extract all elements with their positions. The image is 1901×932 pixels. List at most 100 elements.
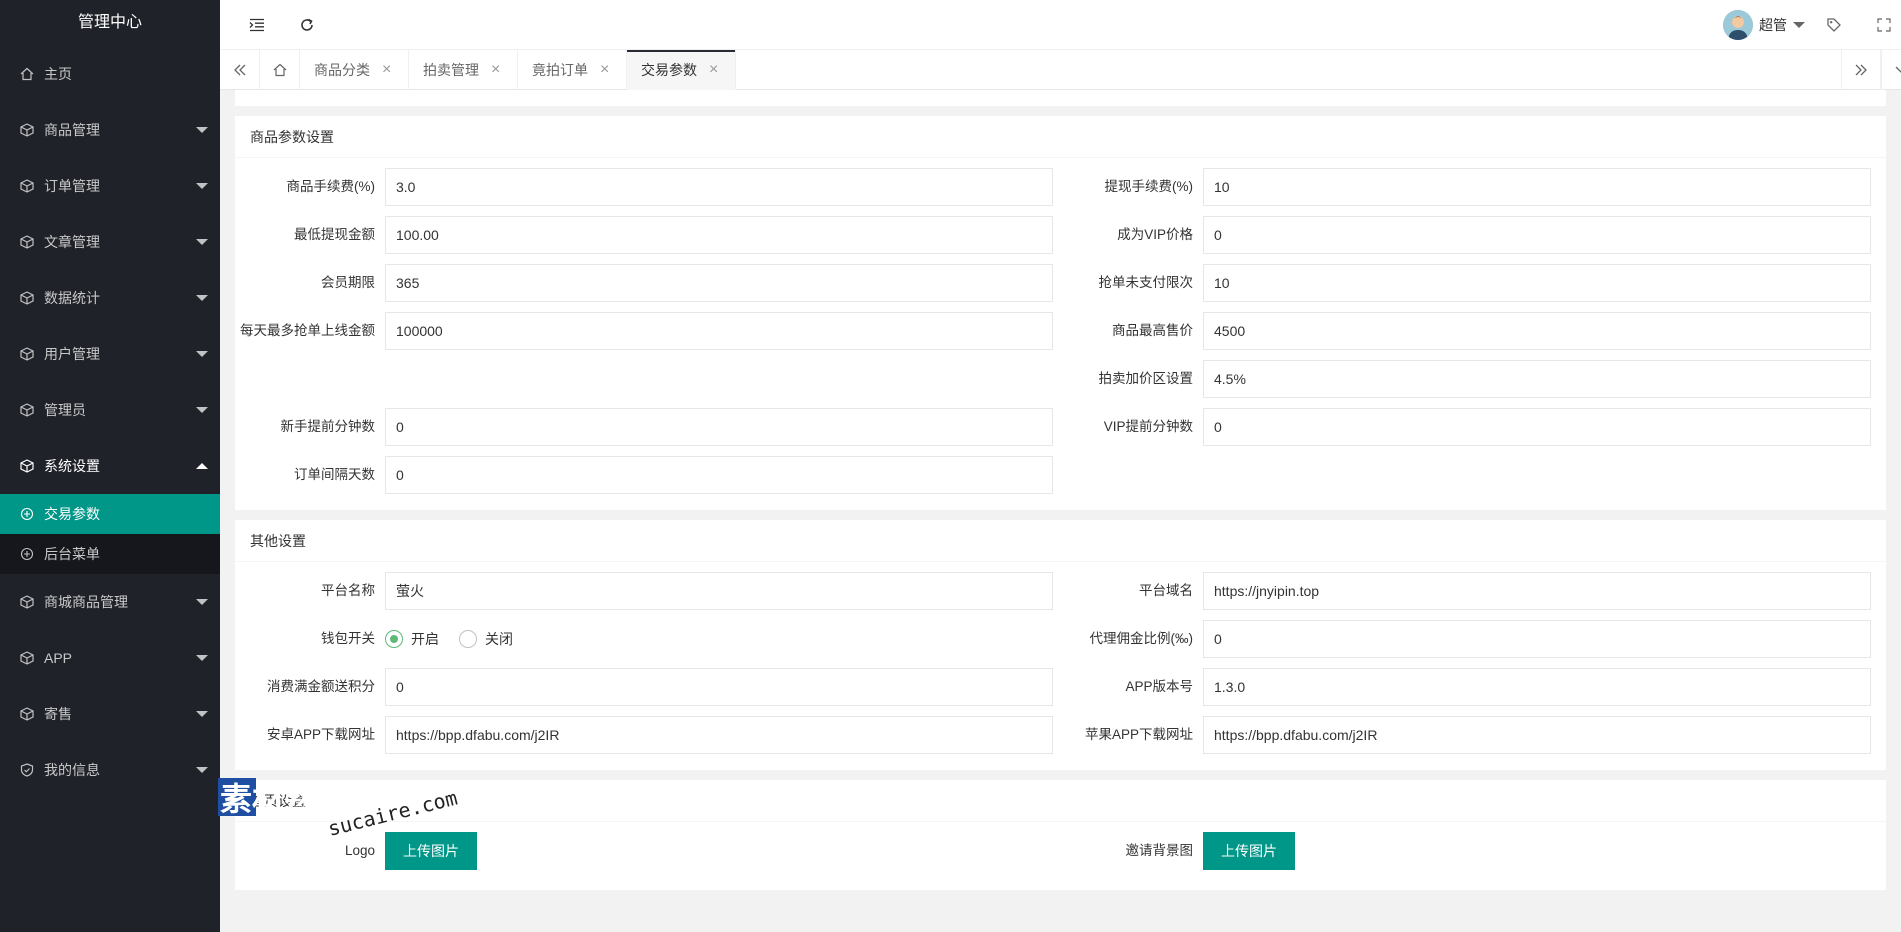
menu-toggle-button[interactable] <box>232 0 282 50</box>
circle-plus-icon <box>20 547 34 561</box>
sidebar-item-mall-goods[interactable]: 商城商品管理 <box>0 574 220 630</box>
sidebar-item-users[interactable]: 用户管理 <box>0 326 220 382</box>
field-label: VIP提前分钟数 <box>1103 419 1193 434</box>
field-label: 会员期限 <box>321 275 375 290</box>
sidebar-item-orders[interactable]: 订单管理 <box>0 158 220 214</box>
sidebar-item-label: 用户管理 <box>44 346 100 362</box>
tabs-scroll-left-button[interactable] <box>220 50 260 90</box>
chevron-down-icon <box>196 295 208 301</box>
field-label: 拍卖加价区设置 <box>1098 371 1194 386</box>
tab-trade-params[interactable]: 交易参数 × <box>627 50 736 90</box>
sidebar-subitem-label: 交易参数 <box>44 506 100 522</box>
user-name: 超管 <box>1759 17 1787 33</box>
sidebar-item-label: 订单管理 <box>44 178 100 194</box>
field-label: 平台域名 <box>1139 583 1193 598</box>
cube-icon <box>20 291 34 305</box>
double-chevron-left-icon <box>233 64 245 76</box>
cube-icon <box>20 403 34 417</box>
max-price-input[interactable] <box>1203 312 1871 350</box>
sidebar-logo: 管理中心 <box>77 14 142 31</box>
home-settings-card: 首页设置 Logo 上传图片 邀请背景图 上传图片 <box>235 780 1886 890</box>
sidebar-item-my-info[interactable]: 我的信息 <box>0 742 220 798</box>
field-label: 消费满金额送积分 <box>267 679 375 694</box>
wallet-on-radio[interactable]: 开启 <box>385 629 439 649</box>
cube-icon <box>20 595 34 609</box>
markup-input[interactable] <box>1203 360 1871 398</box>
tabs-more-button[interactable] <box>1881 50 1901 90</box>
sidebar-item-app[interactable]: APP <box>0 630 220 686</box>
sidebar-item-label: 寄售 <box>44 706 72 722</box>
member-term-input[interactable] <box>385 264 1053 302</box>
tab-goods-category[interactable]: 商品分类 × <box>300 50 409 90</box>
upload-invite-bg-button[interactable]: 上传图片 <box>1203 832 1295 870</box>
daily-max-input[interactable] <box>385 312 1053 350</box>
field-label: 代理佣金比例(‰) <box>1089 631 1194 646</box>
sidebar-item-system-settings[interactable]: 系统设置 <box>0 438 220 494</box>
sidebar-item-admins[interactable]: 管理员 <box>0 382 220 438</box>
field-label: 订单间隔天数 <box>294 467 375 482</box>
sidebar-item-statistics[interactable]: 数据统计 <box>0 270 220 326</box>
sidebar-subitem-trade-params[interactable]: 交易参数 <box>0 494 220 534</box>
sidebar-item-label: 主页 <box>44 66 72 82</box>
ios-url-input[interactable] <box>1203 716 1871 754</box>
tab-bar: 商品分类 × 拍卖管理 × 竟拍订单 × 交易参数 × <box>220 50 1901 90</box>
field-label: 抢单未支付限次 <box>1098 275 1194 290</box>
cube-icon <box>20 179 34 193</box>
goods-fee-input[interactable] <box>385 168 1053 206</box>
tab-auction-orders[interactable]: 竟拍订单 × <box>518 50 627 90</box>
agent-ratio-input[interactable] <box>1203 620 1871 658</box>
points-input[interactable] <box>385 668 1053 706</box>
platform-domain-input[interactable] <box>1203 572 1871 610</box>
sidebar-item-label: 我的信息 <box>44 762 100 778</box>
sidebar-item-goods[interactable]: 商品管理 <box>0 102 220 158</box>
close-icon[interactable]: × <box>382 61 391 79</box>
sidebar-subitem-admin-menu[interactable]: 后台菜单 <box>0 534 220 574</box>
close-icon[interactable]: × <box>491 61 500 79</box>
chevron-down-icon <box>196 655 208 661</box>
tabs-scroll-right-button[interactable] <box>1841 50 1881 90</box>
order-interval-input[interactable] <box>385 456 1053 494</box>
sidebar-item-articles[interactable]: 文章管理 <box>0 214 220 270</box>
sidebar-submenu: 交易参数 后台菜单 <box>0 494 220 574</box>
wallet-off-radio[interactable]: 关闭 <box>459 629 513 649</box>
sidebar-item-consignment[interactable]: 寄售 <box>0 686 220 742</box>
min-withdraw-input[interactable] <box>385 216 1053 254</box>
android-url-input[interactable] <box>385 716 1053 754</box>
other-settings-card: 其他设置 平台名称 平台域名 钱包开关 <box>235 520 1886 770</box>
field-label: 苹果APP下载网址 <box>1084 727 1193 742</box>
chevron-down-icon <box>196 407 208 413</box>
field-label: Logo <box>344 843 375 858</box>
chevron-down-icon <box>196 351 208 357</box>
sidebar-item-label: 文章管理 <box>44 234 100 250</box>
tab-home[interactable] <box>260 50 300 90</box>
shield-icon <box>20 763 34 777</box>
vip-minutes-input[interactable] <box>1203 408 1871 446</box>
user-menu[interactable]: 超管 <box>1723 0 1805 50</box>
unpaid-limit-input[interactable] <box>1203 264 1871 302</box>
cube-icon <box>20 651 34 665</box>
platform-name-input[interactable] <box>385 572 1053 610</box>
field-label: 邀请背景图 <box>1125 843 1194 858</box>
upload-logo-button[interactable]: 上传图片 <box>385 832 477 870</box>
app-version-input[interactable] <box>1203 668 1871 706</box>
radio-checked-icon <box>385 630 403 648</box>
fullscreen-button[interactable] <box>1859 0 1901 50</box>
section-title: 首页设置 <box>235 780 1886 822</box>
home-icon <box>273 63 286 77</box>
goods-params-card: 商品参数设置 商品手续费(%) 提现手续费(%) 最低提现金额 成为VIP价 <box>235 116 1886 510</box>
newbie-minutes-input[interactable] <box>385 408 1053 446</box>
refresh-button[interactable] <box>282 0 332 50</box>
tag-button[interactable] <box>1809 0 1859 50</box>
sidebar-subitem-label: 后台菜单 <box>44 546 100 562</box>
withdraw-fee-input[interactable] <box>1203 168 1871 206</box>
section-title: 其他设置 <box>235 520 1886 562</box>
sidebar: 管理中心 主页 商品管理 订单管理 文章管理 数据统计 用户管理 管理员 系统设… <box>0 0 220 932</box>
cube-icon <box>20 123 34 137</box>
close-icon[interactable]: × <box>709 61 718 79</box>
sidebar-item-label: APP <box>44 650 73 666</box>
chevron-down-icon <box>1895 66 1901 73</box>
tab-auction-management[interactable]: 拍卖管理 × <box>409 50 518 90</box>
close-icon[interactable]: × <box>600 61 609 79</box>
vip-price-input[interactable] <box>1203 216 1871 254</box>
sidebar-item-home[interactable]: 主页 <box>0 46 220 102</box>
